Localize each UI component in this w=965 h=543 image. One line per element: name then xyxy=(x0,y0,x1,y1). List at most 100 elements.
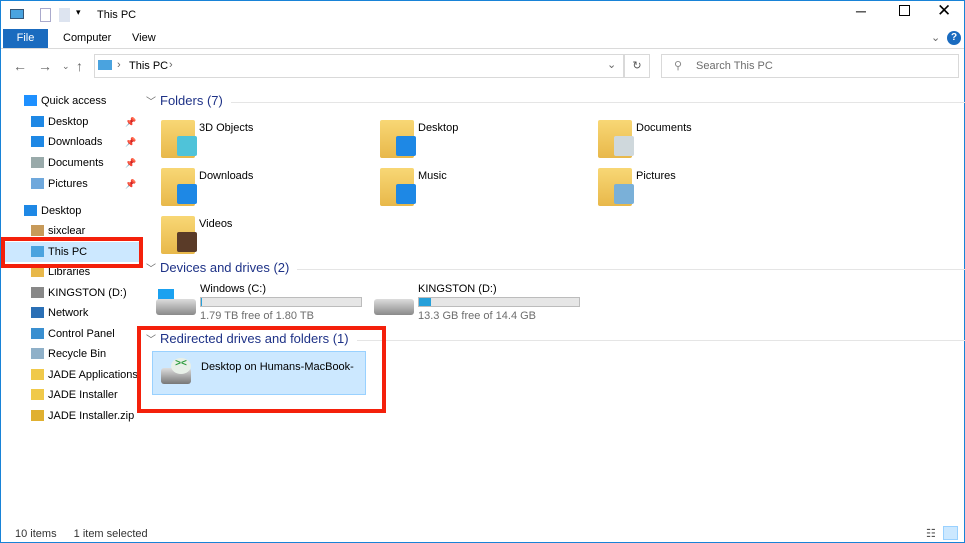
selected-count: 1 item selected xyxy=(73,528,148,540)
sidebar-item-icon xyxy=(31,178,44,189)
pin-icon: 📌 xyxy=(125,137,137,147)
folder-label: Pictures xyxy=(636,170,676,182)
sidebar-item[interactable]: Desktop xyxy=(1,201,139,221)
drive-item[interactable]: Windows (C:) 1.79 TB free of 1.80 TB xyxy=(156,281,376,322)
address-dropdown-icon[interactable]: ⌄ xyxy=(607,58,616,71)
properties-icon[interactable] xyxy=(40,8,51,22)
new-folder-icon[interactable] xyxy=(59,8,70,22)
sidebar-item[interactable]: Recycle Bin xyxy=(1,344,139,364)
drive-name: Windows (C:) xyxy=(200,283,267,295)
refresh-button[interactable]: ↻ xyxy=(624,54,650,78)
sidebar-item[interactable]: JADE Installer xyxy=(1,385,139,405)
minimize-button[interactable]: ─ xyxy=(856,3,866,19)
folder-item[interactable]: Downloads xyxy=(159,166,369,210)
customize-toolbar-icon[interactable]: ▾ xyxy=(76,7,81,18)
sidebar-item-label: Control Panel xyxy=(48,328,115,340)
back-button[interactable]: ← xyxy=(13,58,27,74)
group-folders-label: Folders (7) xyxy=(160,93,223,108)
this-pc-icon xyxy=(98,60,112,70)
title-bar: ▾ This PC ─ ✕ xyxy=(1,1,964,31)
folder-label: Documents xyxy=(636,122,692,134)
sidebar-item[interactable]: Downloads 📌 xyxy=(1,132,139,152)
maximize-button[interactable] xyxy=(899,5,910,16)
tab-computer[interactable]: Computer xyxy=(51,29,123,48)
address-bar[interactable]: › This PC › ⌄ xyxy=(94,54,624,78)
computer-icon xyxy=(10,9,24,19)
large-icons-view-icon[interactable] xyxy=(943,526,958,540)
folder-item[interactable]: 3D Objects xyxy=(159,118,369,162)
forward-button[interactable]: → xyxy=(38,58,52,74)
group-folders[interactable]: ﹀ Folders (7) xyxy=(146,93,965,108)
sidebar-item-icon xyxy=(31,136,44,147)
sidebar-item-label: Recycle Bin xyxy=(48,348,107,360)
drive-usage-fill xyxy=(201,298,202,306)
sidebar-item-icon xyxy=(31,307,44,318)
drive-usage-fill xyxy=(419,298,432,306)
group-devices[interactable]: ﹀ Devices and drives (2) xyxy=(146,260,965,275)
sidebar-item-label: Pictures xyxy=(48,178,88,190)
sidebar-item-icon xyxy=(31,348,44,359)
folder-label: Desktop xyxy=(418,122,459,134)
folder-overlay-icon xyxy=(177,184,197,204)
folder-label: 3D Objects xyxy=(199,122,254,134)
folder-label: Videos xyxy=(199,218,233,230)
sidebar-item-icon xyxy=(31,328,44,339)
folder-overlay-icon xyxy=(396,136,416,156)
help-icon[interactable]: ? xyxy=(947,31,961,45)
pin-icon: 📌 xyxy=(125,158,137,168)
sidebar-item-label: sixclear xyxy=(48,225,86,237)
hard-drive-icon xyxy=(374,299,414,315)
sidebar-item[interactable]: JADE Applications xyxy=(1,365,139,385)
sidebar-item-icon xyxy=(31,410,44,421)
drive-name: KINGSTON (D:) xyxy=(418,283,497,295)
close-button[interactable]: ✕ xyxy=(937,1,951,21)
folder-overlay-icon xyxy=(396,184,416,204)
sidebar-item-label: JADE Installer.zip xyxy=(48,410,135,422)
sidebar-item-icon xyxy=(31,287,44,298)
tab-view[interactable]: View xyxy=(120,29,168,48)
sidebar-item-icon xyxy=(31,389,44,400)
sidebar-item[interactable]: JADE Installer.zip xyxy=(1,406,139,426)
details-view-icon[interactable]: ☷ xyxy=(926,527,936,540)
up-button[interactable]: ↑ xyxy=(76,58,83,74)
highlight-this-pc xyxy=(1,237,143,268)
sidebar-item[interactable]: Documents 📌 xyxy=(1,153,139,173)
folder-item[interactable]: Videos xyxy=(159,214,369,258)
sidebar-item-label: KINGSTON (D:) xyxy=(48,287,127,299)
search-placeholder: Search This PC xyxy=(696,60,773,72)
item-count: 10 items xyxy=(15,528,57,540)
expand-ribbon-icon[interactable]: ⌄ xyxy=(931,31,940,44)
status-bar: 10 items 1 item selected xyxy=(15,528,148,540)
sidebar-item[interactable]: Network xyxy=(1,303,139,323)
group-devices-label: Devices and drives (2) xyxy=(160,260,290,275)
window-title: This PC xyxy=(97,9,137,21)
recent-locations-icon[interactable]: ⌄ xyxy=(62,61,70,72)
breadcrumb-this-pc[interactable]: This PC xyxy=(129,60,168,72)
sidebar-item-label: Desktop xyxy=(48,116,89,128)
pin-icon: 📌 xyxy=(125,117,137,127)
sidebar-item-icon xyxy=(31,225,44,236)
folder-label: Downloads xyxy=(199,170,254,182)
sidebar-item[interactable]: Quick access xyxy=(1,91,139,111)
search-input[interactable]: ⚲ Search This PC xyxy=(661,54,959,78)
folder-item[interactable]: Music xyxy=(378,166,588,210)
sidebar-item[interactable]: KINGSTON (D:) xyxy=(1,283,139,303)
sidebar-item[interactable]: Desktop 📌 xyxy=(1,112,139,132)
sidebar-item-label: JADE Applications xyxy=(48,369,138,381)
drive-usage-bar xyxy=(200,297,362,307)
folder-overlay-icon xyxy=(177,232,197,252)
sidebar-item[interactable]: Control Panel xyxy=(1,324,139,344)
folder-item[interactable]: Pictures xyxy=(596,166,806,210)
drive-item[interactable]: KINGSTON (D:) 13.3 GB free of 14.4 GB xyxy=(374,281,594,322)
sidebar-item-icon xyxy=(24,95,37,106)
highlight-redirected xyxy=(137,326,386,413)
drive-usage-bar xyxy=(418,297,580,307)
sidebar-item[interactable]: Pictures 📌 xyxy=(1,174,139,194)
sidebar-item-label: Quick access xyxy=(41,95,107,107)
drive-free-space: 1.79 TB free of 1.80 TB xyxy=(200,310,314,322)
folder-item[interactable]: Desktop xyxy=(378,118,588,162)
folder-item[interactable]: Documents xyxy=(596,118,806,162)
sidebar-item-icon xyxy=(31,116,44,127)
sidebar-item-label: Network xyxy=(48,307,89,319)
tab-file[interactable]: File xyxy=(3,29,48,48)
